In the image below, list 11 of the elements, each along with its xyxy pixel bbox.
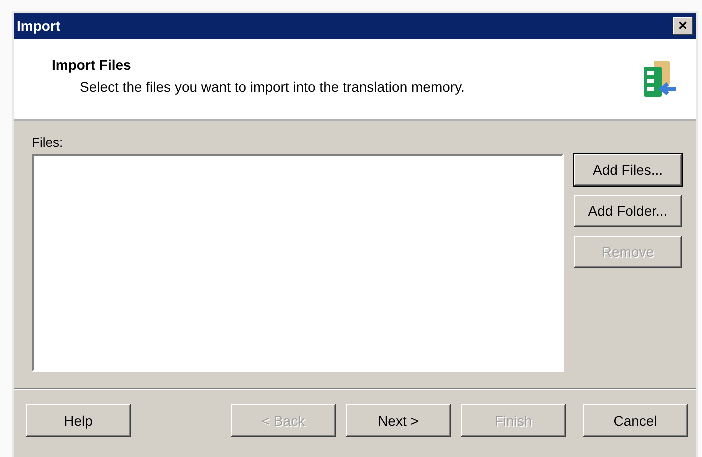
page-title: Import Files bbox=[52, 57, 132, 73]
files-list[interactable] bbox=[32, 154, 564, 372]
wizard-button[interactable]: Cancel bbox=[583, 404, 688, 437]
wizard-button[interactable]: Help bbox=[26, 404, 131, 437]
action-button[interactable]: Add Folder... bbox=[574, 195, 682, 227]
wizard-button[interactable]: Next > bbox=[346, 404, 451, 437]
window-title: Import bbox=[17, 18, 61, 34]
page-description: Select the files you want to import into the translation memory. bbox=[79, 79, 465, 95]
files-label: Files: bbox=[32, 135, 64, 150]
close-button[interactable]: ✕ bbox=[673, 17, 693, 35]
action-button[interactable]: Add Files... bbox=[574, 154, 682, 186]
